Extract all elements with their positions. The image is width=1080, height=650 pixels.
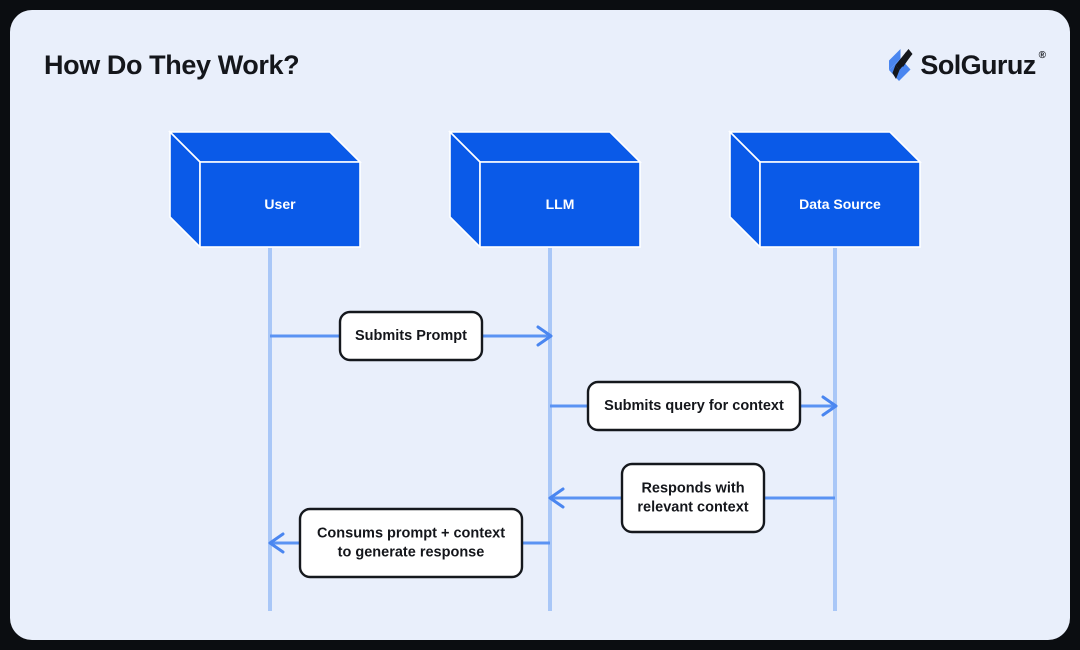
- message-box: [298, 507, 524, 579]
- message-msg-1: Submits Prompt: [270, 310, 553, 362]
- actor-box-llm: LLM: [448, 130, 642, 249]
- actor-label-llm: LLM: [546, 196, 575, 212]
- actor-label-user: User: [264, 196, 296, 212]
- sequence-diagram: Submits Prompt Submits query for context R…: [168, 130, 922, 611]
- message-msg-3: Responds with relevant context: [548, 462, 835, 534]
- actor-box-user: User: [168, 130, 362, 249]
- message-text: Responds with: [641, 480, 744, 496]
- message-msg-2: Submits query for context: [550, 380, 838, 432]
- message-text: relevant context: [637, 499, 748, 515]
- message-text: Submits Prompt: [355, 328, 467, 344]
- messages-group: Submits Prompt Submits query for context R…: [268, 310, 838, 579]
- message-text: to generate response: [338, 544, 485, 560]
- message-text: Consums prompt + context: [317, 525, 505, 541]
- diagram-card: How Do They Work? SolGuruz ® Submits Pro…: [10, 10, 1070, 640]
- message-text: Submits query for context: [604, 398, 784, 414]
- screenshot-frame: How Do They Work? SolGuruz ® Submits Pro…: [0, 0, 1080, 650]
- actor-box-data_source: Data Source: [728, 130, 922, 249]
- actor-label-data_source: Data Source: [799, 196, 881, 212]
- actors-group: User LLM Data Source: [168, 130, 922, 249]
- message-box: [620, 462, 766, 534]
- message-msg-4: Consums prompt + context to generate resp…: [268, 507, 550, 579]
